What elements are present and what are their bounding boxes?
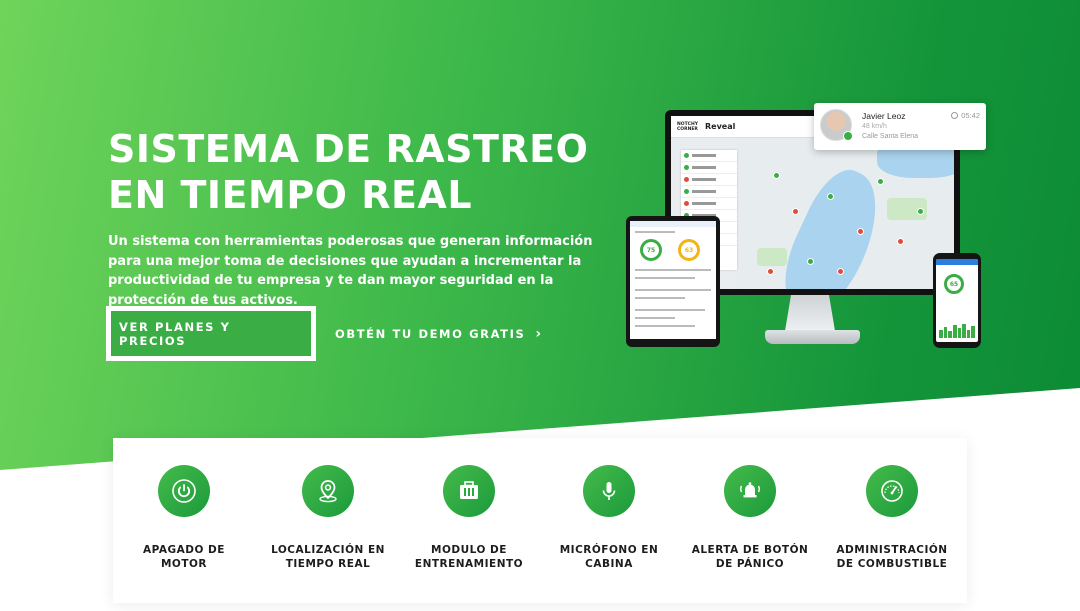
feature-label: MICRÓFONO EN CABINA — [539, 543, 679, 571]
location-pin-icon — [302, 465, 354, 517]
map-pin-icon — [807, 258, 814, 265]
tablet-line — [635, 289, 711, 291]
monitor-base — [765, 330, 860, 344]
feature-label: ALERTA DE BOTÓN DE PÁNICO — [680, 543, 820, 571]
map-pin-icon — [767, 268, 774, 275]
phone-header — [936, 259, 978, 265]
feature-real-time-location[interactable]: LOCALIZACIÓN EN TIEMPO REAL — [258, 465, 398, 571]
map-pin-icon — [827, 193, 834, 200]
phone-bar-chart — [939, 324, 975, 338]
vehicle-row — [681, 186, 737, 198]
monitor-stand — [785, 295, 835, 331]
vehicle-row — [681, 198, 737, 210]
vehicle-row — [681, 150, 737, 162]
feature-label-line1: APAGADO DE — [143, 544, 225, 556]
tablet-gauge-right: 63 — [678, 239, 700, 261]
phone-gauge: 65 — [944, 274, 964, 294]
feature-label: LOCALIZACIÓN EN TIEMPO REAL — [258, 543, 398, 571]
features-card: APAGADO DE MOTOR LOCALIZACIÓN EN TIEMPO … — [113, 438, 967, 603]
feature-cabin-microphone[interactable]: MICRÓFONO EN CABINA — [539, 465, 679, 571]
feature-panic-button-alert[interactable]: ALERTA DE BOTÓN DE PÁNICO — [680, 465, 820, 571]
feature-label-line2: CABINA — [585, 558, 633, 570]
feature-label-line2: TIEMPO REAL — [285, 558, 371, 570]
feature-label-line1: MODULO DE — [431, 544, 507, 556]
phone-mockup: 65 — [933, 253, 981, 348]
driver-time-value: 05:42 — [961, 111, 980, 120]
feature-label: APAGADO DE MOTOR — [114, 543, 254, 571]
view-plans-button[interactable]: VER PLANES Y PRECIOS — [106, 306, 316, 361]
map-pin-icon — [877, 178, 884, 185]
brand-small-logo: NOTCHY CORNER — [677, 121, 698, 132]
driver-status: 48 km/h — [862, 123, 887, 130]
feature-label-line2: ENTRENAMIENTO — [414, 558, 524, 570]
feature-label-line2: MOTOR — [160, 558, 208, 570]
clock-icon — [951, 112, 959, 119]
fuel-gauge-icon — [866, 465, 918, 517]
vehicle-row — [681, 174, 737, 186]
driver-location: Calle Santa Elena — [862, 133, 919, 140]
feature-engine-shutdown[interactable]: APAGADO DE MOTOR — [114, 465, 254, 571]
microphone-icon — [583, 465, 635, 517]
phone-screen: 65 — [936, 259, 978, 342]
tablet-mockup: 75 63 — [626, 216, 720, 347]
tablet-line — [635, 309, 705, 311]
feature-label: ADMINISTRACIÓN DE COMBUSTIBLE — [822, 543, 962, 571]
tablet-line — [635, 325, 695, 327]
power-icon — [158, 465, 210, 517]
feature-training-module[interactable]: MODULO DE ENTRENAMIENTO — [399, 465, 539, 571]
brand-logo: Reveal — [705, 122, 736, 131]
tablet-line — [635, 277, 695, 279]
map-view — [737, 138, 954, 289]
free-demo-label: OBTÉN TU DEMO GRATIS — [335, 327, 526, 341]
vehicle-row — [681, 162, 737, 174]
status-badge — [843, 131, 853, 141]
feature-label: MODULO DE ENTRENAMIENTO — [399, 543, 539, 571]
tablet-gauge-left: 75 — [640, 239, 662, 261]
view-plans-label: VER PLANES Y PRECIOS — [119, 319, 231, 348]
tablet-header — [630, 221, 716, 227]
feature-label-line1: LOCALIZACIÓN EN — [271, 544, 385, 556]
feature-label-line1: ALERTA DE BOTÓN — [691, 544, 809, 556]
tablet-line — [635, 317, 675, 319]
map-pin-icon — [897, 238, 904, 245]
driver-time: 05:42 — [951, 111, 980, 120]
feature-label-line2: DE PÁNICO — [715, 558, 785, 570]
map-pin-icon — [917, 208, 924, 215]
tablet-line — [635, 297, 685, 299]
feature-fuel-management[interactable]: ADMINISTRACIÓN DE COMBUSTIBLE — [822, 465, 962, 571]
tablet-line — [635, 231, 675, 233]
toolbox-icon — [443, 465, 495, 517]
feature-label-line1: MICRÓFONO EN — [559, 544, 659, 556]
driver-info-card: Javier Leoz 48 km/h Calle Santa Elena 05… — [814, 103, 986, 150]
free-demo-link[interactable]: OBTÉN TU DEMO GRATIS › — [335, 324, 541, 344]
driver-name: Javier Leoz — [862, 111, 906, 121]
chevron-right-icon: › — [535, 326, 542, 342]
hero-title: SISTEMA DE RASTREO EN TIEMPO REAL — [108, 126, 628, 218]
alarm-bell-icon — [724, 465, 776, 517]
map-park — [757, 248, 787, 266]
map-pin-icon — [792, 208, 799, 215]
hero-description: Un sistema con herramientas poderosas qu… — [108, 234, 593, 308]
map-pin-icon — [837, 268, 844, 275]
tablet-line — [635, 269, 711, 271]
map-pin-icon — [857, 228, 864, 235]
map-pin-icon — [773, 172, 780, 179]
hero-title-line1: SISTEMA DE RASTREO — [108, 127, 589, 171]
hero-title-line2: EN TIEMPO REAL — [108, 173, 473, 217]
feature-label-line2: DE COMBUSTIBLE — [836, 558, 948, 570]
feature-label-line1: ADMINISTRACIÓN — [836, 544, 948, 556]
tablet-screen: 75 63 — [630, 221, 716, 339]
